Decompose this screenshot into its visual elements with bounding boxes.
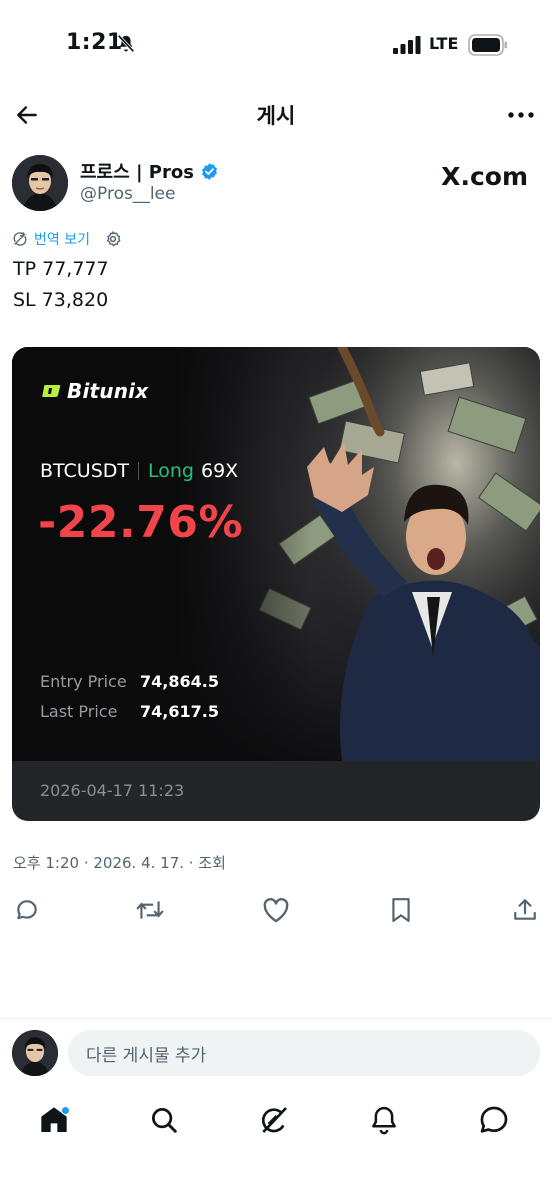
share-button[interactable] [508,893,542,927]
nav-grok[interactable] [254,1100,294,1140]
post-header: 게시 [0,92,552,138]
card-shade [12,347,312,761]
entry-price-value: 74,864.5 [140,672,219,691]
trade-leverage: 69X [200,460,239,482]
bitunix-logo: Bitunix [42,379,148,403]
verified-badge-icon [201,162,217,180]
bookmark-icon [392,898,410,922]
bell-slash-icon [117,34,135,53]
translate-link[interactable]: 번역 보기 [34,229,90,249]
avatar-image [12,155,68,211]
last-price-value: 74,617.5 [140,702,219,721]
network-label: LTE [429,34,459,53]
retweet-icon [136,901,164,919]
author-name[interactable]: 프로스 | Pros [80,158,194,184]
author-name-row[interactable]: 프로스 | Pros [80,158,219,184]
messages-icon [480,1106,508,1133]
nav-home[interactable] [34,1100,74,1140]
tweet-text-line: SL 73,820 [13,289,109,311]
share-icon [514,899,536,920]
pnl-percent: -22.76% [38,497,244,548]
gear-icon[interactable] [104,230,122,248]
more-button[interactable] [504,98,538,132]
retweet-button[interactable] [133,893,167,927]
like-button[interactable] [259,893,293,927]
bookmark-button[interactable] [384,893,418,927]
last-price-row: Last Price 74,617.5 [40,702,219,721]
nav-notifications[interactable] [364,1100,404,1140]
like-icon [263,898,289,923]
author-handle[interactable]: @Pros__lee [80,184,175,204]
reply-icon [17,900,37,920]
tweet-text-line: TP 77,777 [13,258,109,280]
divider [138,462,139,480]
notifications-icon [372,1106,396,1135]
bottom-nav [0,1090,552,1150]
card-timestamp: 2026-04-17 11:23 [40,781,185,800]
search-icon [152,1108,177,1133]
action-bar [0,893,552,929]
more-horizontal-icon [508,112,534,118]
trade-pair-row: BTCUSDT Long 69X [40,460,238,482]
trade-side: Long [148,460,194,482]
card-artwork: Bitunix BTCUSDT Long 69X -22.76% Entry P… [12,347,540,761]
x-com-logo: X.com [441,162,528,191]
my-avatar[interactable] [12,1030,58,1076]
reply-button[interactable] [10,893,44,927]
notification-dot [61,1106,70,1115]
trade-pair: BTCUSDT [40,460,129,482]
reply-placeholder: 다른 게시물 추가 [86,1045,207,1066]
post-meta: 오후 1:20 · 2026. 4. 17. · 조회 [13,854,226,872]
status-bar: 1:21 LTE [0,0,552,90]
bitunix-brand: Bitunix [67,379,149,403]
grok-icon [261,1107,287,1133]
avatar-image [12,1030,58,1076]
entry-price-label: Entry Price [40,672,127,691]
page-title: 게시 [256,104,296,128]
entry-price-row: Entry Price 74,864.5 [40,672,219,691]
translate-icon [13,232,27,246]
reply-input[interactable]: 다른 게시물 추가 [68,1030,540,1076]
site-logo-text: X.com [441,162,528,191]
nav-messages[interactable] [474,1100,514,1140]
author-avatar[interactable] [12,155,68,211]
nav-search[interactable] [144,1100,184,1140]
signal-icon [393,36,421,54]
trade-card-image[interactable]: Bitunix BTCUSDT Long 69X -22.76% Entry P… [12,347,540,821]
translate-row[interactable]: 번역 보기 [12,229,122,249]
last-price-label: Last Price [40,702,118,721]
battery-icon [468,34,507,56]
bitunix-mark-icon [42,385,61,397]
divider [0,1018,552,1019]
